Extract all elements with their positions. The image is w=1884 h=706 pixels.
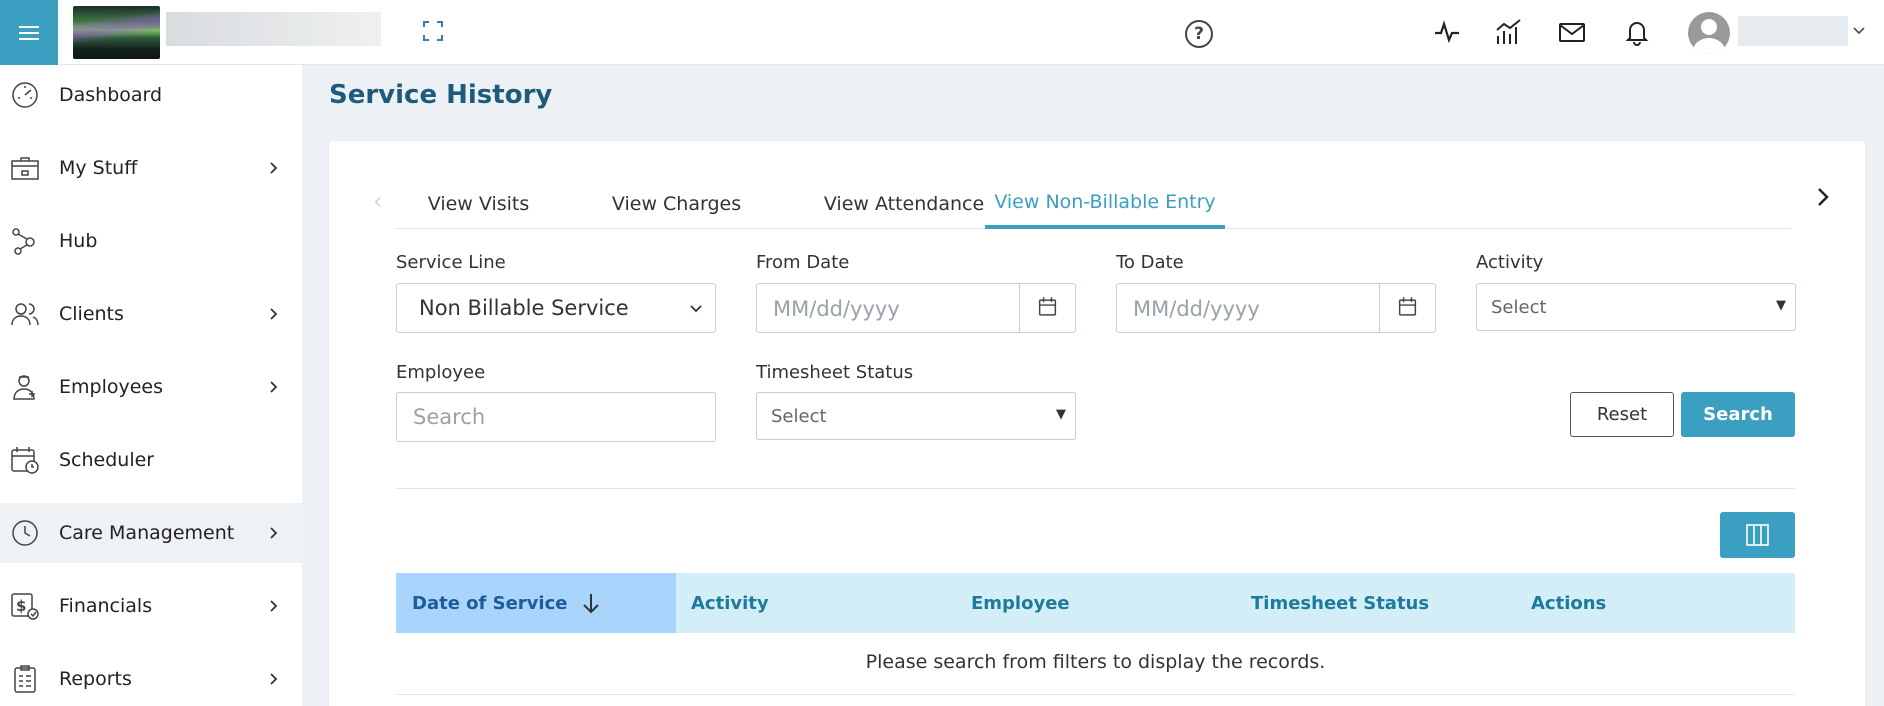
timesheet-status-select[interactable]: Select ▼ [756, 392, 1076, 440]
sidebar: Dashboard My Stuff Hub Clients Employees… [0, 65, 302, 706]
tab-scroll-left-icon[interactable]: ‹ [373, 187, 383, 215]
chevron-right-icon [270, 527, 278, 539]
top-bar: ? [0, 0, 1884, 65]
to-date-field[interactable]: MM/dd/yyyy [1116, 283, 1436, 333]
employee-icon [13, 375, 35, 400]
chevron-right-icon [270, 162, 278, 174]
timesheet-status-label: Timesheet Status [756, 362, 914, 383]
sidebar-item-dashboard[interactable]: Dashboard [0, 65, 302, 125]
empty-table-message: Please search from filters to display th… [865, 651, 1326, 673]
activity-select[interactable]: Select ▼ [1476, 283, 1796, 331]
sidebar-item-label: Scheduler [59, 449, 155, 471]
chevron-right-icon [270, 673, 278, 685]
column-header-label: Date of Service [412, 592, 568, 614]
organization-name [166, 12, 381, 46]
table-bottom-border [396, 694, 1795, 695]
chevron-right-icon [270, 308, 278, 320]
sidebar-item-financials[interactable]: $ Financials [0, 576, 302, 636]
caret-down-icon: ▼ [1776, 298, 1786, 313]
clock-icon [12, 520, 38, 546]
employee-search-input[interactable] [396, 392, 716, 442]
from-date-label: From Date [756, 252, 850, 273]
to-date-placeholder: MM/dd/yyyy [1133, 297, 1260, 321]
tab-view-attendance[interactable]: View Attendance [804, 179, 1004, 229]
caret-down-icon: ▼ [1056, 407, 1066, 422]
from-date-field[interactable]: MM/dd/yyyy [756, 283, 1076, 333]
service-line-label: Service Line [396, 252, 506, 273]
hub-icon [12, 228, 35, 255]
organization-logo [73, 6, 160, 59]
table-header: Date of Service Activity Employee Timesh… [396, 573, 1795, 633]
service-history-card: ‹ View Visits View Charges View Attendan… [329, 141, 1865, 706]
chevron-down-icon [690, 305, 702, 313]
service-line-select[interactable]: Non Billable Service [396, 283, 716, 333]
hamburger-icon [19, 25, 39, 40]
timesheet-status-value: Select [771, 406, 827, 427]
avatar[interactable] [1688, 12, 1730, 54]
calendar-icon[interactable] [1379, 284, 1435, 332]
from-date-placeholder: MM/dd/yyyy [773, 297, 900, 321]
analytics-icon[interactable] [1494, 17, 1524, 47]
mail-icon[interactable] [1557, 17, 1587, 47]
tab-scroll-right-icon[interactable] [1813, 185, 1833, 209]
employee-label: Employee [396, 362, 486, 383]
briefcase-icon [11, 157, 39, 180]
section-divider [396, 488, 1795, 489]
sidebar-item-label: Hub [59, 230, 98, 252]
chevron-right-icon [270, 600, 278, 612]
sidebar-item-care-management[interactable]: Care Management [0, 503, 302, 563]
svg-text:$: $ [16, 597, 26, 615]
chevron-down-icon[interactable] [1852, 24, 1866, 38]
calendar-clock-icon [11, 447, 39, 474]
dollar-icon: $ [11, 593, 39, 620]
chevron-right-icon [270, 381, 278, 393]
tab-view-non-billable-entry[interactable]: View Non-Billable Entry [985, 179, 1225, 229]
search-button[interactable]: Search [1681, 392, 1795, 437]
to-date-label: To Date [1116, 252, 1184, 273]
sidebar-item-my-stuff[interactable]: My Stuff [0, 138, 302, 198]
sidebar-item-label: Dashboard [59, 84, 163, 106]
column-header-timesheet-status[interactable]: Timesheet Status [1251, 573, 1511, 633]
help-icon[interactable]: ? [1185, 20, 1213, 48]
activity-value: Select [1491, 297, 1547, 318]
sort-arrow-down-icon [583, 594, 600, 614]
user-name[interactable] [1738, 16, 1848, 46]
column-header-date-of-service[interactable]: Date of Service [396, 573, 676, 633]
calendar-icon[interactable] [1019, 284, 1075, 332]
fullscreen-icon[interactable] [421, 19, 445, 43]
help-glyph: ? [1194, 24, 1204, 44]
sidebar-item-clients[interactable]: Clients [0, 284, 302, 344]
reset-button[interactable]: Reset [1570, 392, 1674, 437]
column-header-actions: Actions [1531, 592, 1607, 614]
column-header-activity[interactable]: Activity [691, 573, 951, 633]
service-line-value: Non Billable Service [419, 296, 629, 320]
page-title: Service History [329, 80, 553, 110]
sidebar-item-label: Employees [59, 376, 163, 398]
sidebar-item-reports[interactable]: Reports [0, 649, 302, 706]
users-icon [11, 303, 39, 326]
sidebar-item-label: Care Management [59, 522, 235, 544]
tab-bar: View Visits View Charges View Attendance… [396, 179, 1791, 229]
report-icon [14, 665, 36, 693]
gauge-icon [12, 82, 38, 108]
sidebar-item-label: Reports [59, 668, 132, 690]
bell-icon[interactable] [1622, 17, 1652, 47]
sidebar-item-label: My Stuff [59, 157, 138, 179]
columns-icon [1746, 524, 1769, 546]
sidebar-item-employees[interactable]: Employees [0, 357, 302, 417]
tab-view-charges[interactable]: View Charges [579, 179, 774, 229]
sidebar-item-scheduler[interactable]: Scheduler [0, 430, 302, 490]
column-header-employee[interactable]: Employee [971, 573, 1231, 633]
activity-label: Activity [1476, 252, 1544, 273]
tab-view-visits[interactable]: View Visits [396, 179, 561, 229]
activity-icon[interactable] [1432, 17, 1462, 47]
sidebar-item-label: Clients [59, 303, 124, 325]
column-chooser-button[interactable] [1720, 512, 1795, 558]
menu-toggle-button[interactable] [0, 0, 58, 65]
sidebar-item-hub[interactable]: Hub [0, 211, 302, 271]
sidebar-item-label: Financials [59, 595, 153, 617]
